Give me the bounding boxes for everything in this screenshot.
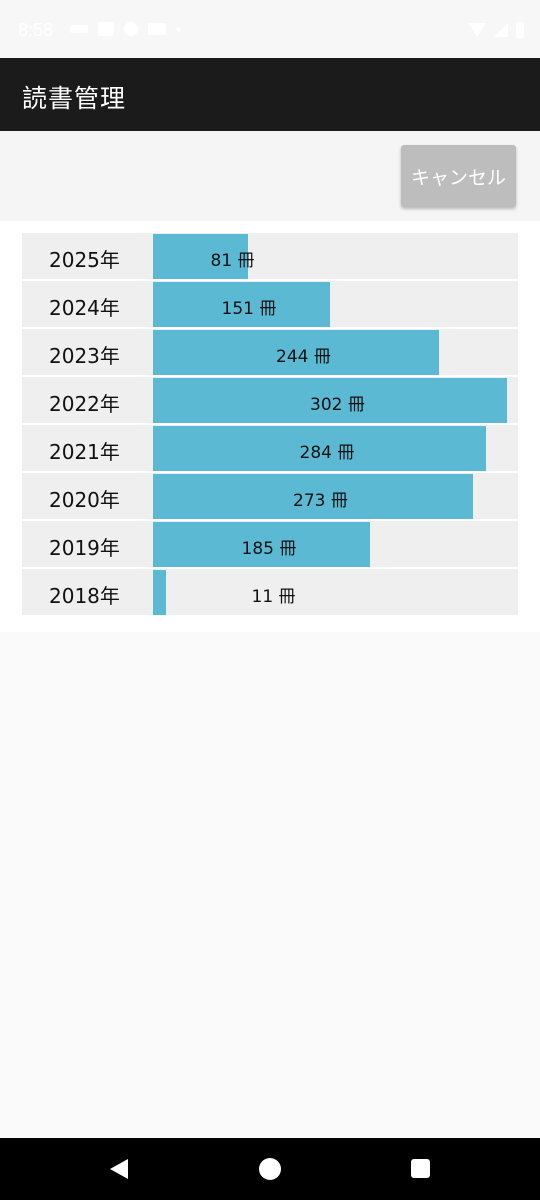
recents-icon[interactable]: [411, 1159, 430, 1178]
chart-row[interactable]: 2023年 244 冊: [22, 329, 518, 375]
chart-row[interactable]: 2018年 11 冊: [22, 569, 518, 615]
back-icon[interactable]: [110, 1159, 128, 1179]
battery-saver-icon: [70, 25, 88, 33]
count-label: 151 冊: [221, 299, 277, 319]
count-label: 302 冊: [310, 395, 365, 415]
count-label: 273 冊: [293, 491, 348, 511]
status-icons-right: [468, 22, 524, 38]
chart-row[interactable]: 2025年 81 冊: [22, 233, 518, 279]
navigation-bar: [0, 1138, 540, 1200]
year-label: 2024年: [49, 296, 120, 320]
year-label: 2019年: [49, 536, 120, 560]
status-time: 8:58: [18, 20, 54, 40]
count-label: 11 冊: [251, 587, 296, 607]
chart-row[interactable]: 2024年 151 冊: [22, 281, 518, 327]
year-label: 2018年: [49, 584, 120, 608]
sync-off-icon: [124, 22, 138, 36]
chart-row[interactable]: 2021年 284 冊: [22, 425, 518, 471]
year-label: 2023年: [49, 344, 120, 368]
count-bar: [153, 570, 166, 615]
status-bar: 8:58: [0, 0, 540, 58]
action-area: キャンセル: [0, 131, 540, 221]
notification-icon: [98, 22, 114, 36]
signal-icon: [494, 23, 508, 37]
dot-icon: [176, 26, 181, 32]
count-label: 185 冊: [241, 539, 297, 559]
page-title: 読書管理: [22, 84, 127, 113]
chart-row[interactable]: 2019年 185 冊: [22, 521, 518, 567]
wifi-icon: [468, 23, 486, 37]
chart-row[interactable]: 2020年 273 冊: [22, 473, 518, 519]
chart-row[interactable]: 2022年 302 冊: [22, 377, 518, 423]
cancel-button[interactable]: キャンセル: [401, 145, 516, 207]
year-label: 2022年: [49, 392, 120, 416]
count-label: 81 冊: [210, 251, 255, 271]
count-label: 244 冊: [276, 347, 331, 367]
count-label: 284 冊: [299, 443, 355, 463]
battery-icon: [516, 22, 524, 38]
year-label: 2021年: [49, 440, 120, 464]
year-label: 2020年: [49, 488, 120, 512]
home-icon[interactable]: [259, 1158, 281, 1180]
year-label: 2025年: [49, 248, 120, 272]
app-bar: 読書管理: [0, 58, 540, 131]
yearly-books-chart: 2025年 81 冊 2024年 151 冊 2023年 244 冊 2022年 302 冊2…: [0, 221, 540, 632]
status-icons-left: [70, 22, 181, 36]
data-icon: [148, 23, 166, 35]
